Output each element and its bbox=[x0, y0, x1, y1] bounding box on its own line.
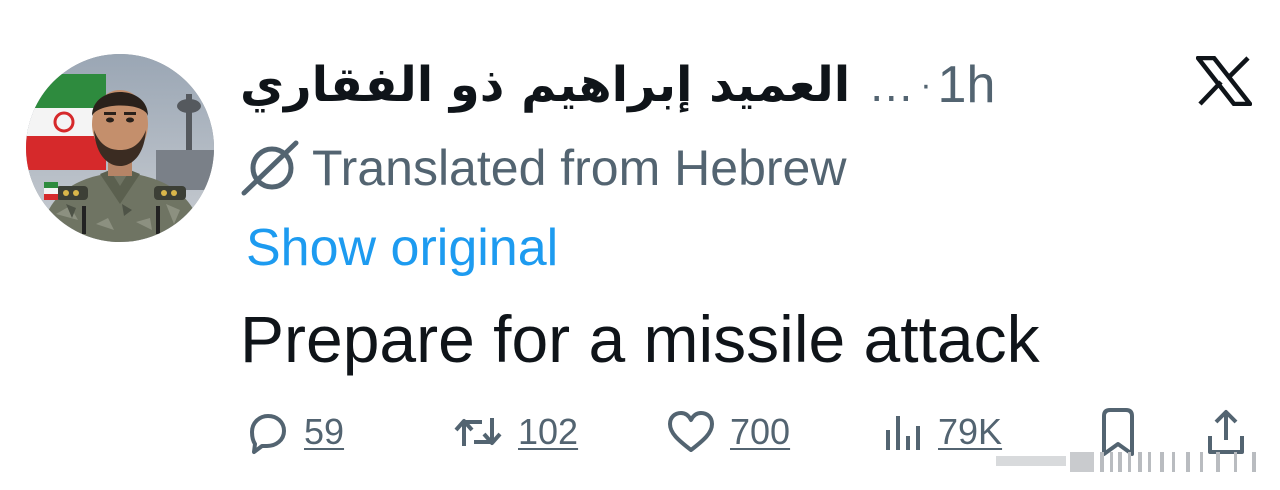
retweet-count[interactable]: 102 bbox=[518, 411, 578, 453]
watermark bbox=[996, 450, 1266, 476]
retweet-icon bbox=[454, 418, 502, 446]
tweet-header: العميد إبراهيم ذو الفقاري … · 1h bbox=[240, 50, 995, 120]
display-name[interactable]: العميد إبراهيم ذو الفقاري bbox=[240, 61, 850, 109]
tweet-timestamp[interactable]: 1h bbox=[938, 59, 996, 111]
like-count[interactable]: 700 bbox=[730, 411, 790, 453]
avatar[interactable] bbox=[26, 54, 214, 242]
translated-label: Translated from Hebrew bbox=[312, 140, 847, 196]
translation-notice: Translated from Hebrew bbox=[238, 138, 846, 198]
reply-icon bbox=[250, 414, 286, 454]
reply-button[interactable]: 59 bbox=[242, 402, 344, 462]
show-original-link[interactable]: Show original bbox=[246, 218, 558, 278]
retweet-button[interactable]: 102 bbox=[452, 402, 578, 462]
reply-count[interactable]: 59 bbox=[304, 411, 344, 453]
views-count[interactable]: 79K bbox=[938, 411, 1002, 453]
avatar-photo bbox=[26, 54, 214, 242]
translate-globe-icon bbox=[241, 140, 299, 196]
views-button[interactable]: 79K bbox=[882, 402, 1002, 462]
tweet-text: Prepare for a missile attack bbox=[240, 302, 1040, 376]
separator-dot: · bbox=[920, 66, 932, 104]
heart-icon bbox=[668, 411, 714, 452]
views-chart-icon bbox=[886, 416, 920, 450]
name-ellipsis: … bbox=[868, 59, 915, 111]
like-button[interactable]: 700 bbox=[666, 402, 790, 462]
x-logo-icon[interactable] bbox=[1195, 55, 1253, 107]
